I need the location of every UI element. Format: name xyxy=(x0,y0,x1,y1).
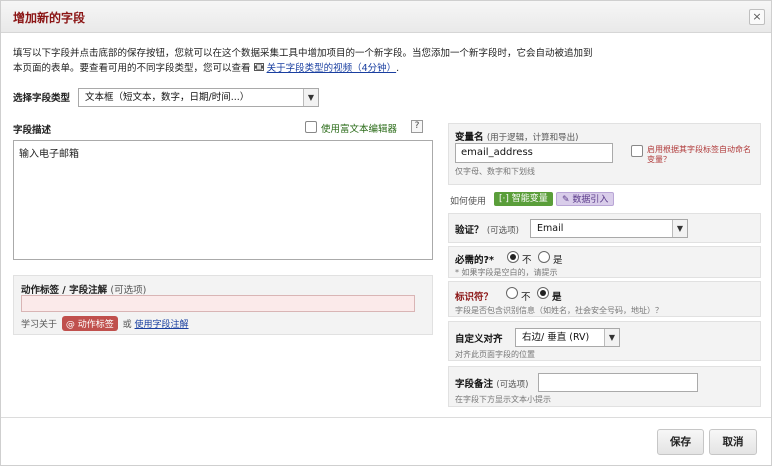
variable-hint: 仅字母、数字和下划线 xyxy=(455,167,535,176)
cancel-button[interactable]: 取消 xyxy=(709,429,757,455)
autoname-checkbox[interactable] xyxy=(631,145,643,157)
field-annotation-link[interactable]: 使用字段注解 xyxy=(135,320,189,330)
chevron-down-icon: ▼ xyxy=(604,329,619,346)
learn-or: 或 xyxy=(122,320,132,330)
rich-text-checkbox[interactable] xyxy=(305,121,317,133)
intro-line-2-prefix: 本页面的表单。要查看可用的不同字段类型，您可以查看 xyxy=(13,63,251,74)
autoname-label: 启用根据其字段标签自动命名变量？ xyxy=(647,145,751,164)
required-hint: * 如果字段是空白的，请提示 xyxy=(455,268,558,277)
field-type-label: 选择字段类型 xyxy=(13,93,71,104)
save-button[interactable]: 保存 xyxy=(657,429,704,455)
field-note-optional: (可选项) xyxy=(496,380,529,390)
footer-divider xyxy=(1,417,771,418)
validation-label: 验证？ (可选项) xyxy=(455,222,519,236)
required-section: 必需的?* 不 是 * 如果字段是空白的，请提示 xyxy=(448,246,761,278)
field-note-label: 字段备注 (可选项) xyxy=(455,376,528,390)
validation-optional: (可选项) xyxy=(486,226,519,236)
intro-line-2: 本页面的表单。要查看可用的不同字段类型，您可以查看 关于字段类型的视频（4分钟）… xyxy=(13,61,673,77)
identifier-label: 标识符？ xyxy=(455,292,494,303)
field-note-label-text: 字段备注 xyxy=(455,379,494,390)
alignment-select[interactable]: 右边/ 垂直 (RV) ▼ xyxy=(515,328,620,347)
help-icon[interactable]: ? xyxy=(411,120,423,133)
film-icon xyxy=(253,62,264,77)
field-label-textarea[interactable]: 输入电子邮箱 xyxy=(13,140,433,260)
variable-name-input[interactable]: email_address xyxy=(455,143,613,163)
action-tags-section: 动作标签 / 字段注解 (可选项) 学习关于 @ 动作标签 或 使用字段注解 xyxy=(13,275,433,335)
required-yes-radio[interactable] xyxy=(538,251,550,263)
variable-label-text: 变量名 xyxy=(455,132,484,143)
identifier-hint: 字段是否包含识别信息（如姓名，社会安全号码，地址）？ xyxy=(455,306,663,315)
validation-label-text: 验证？ xyxy=(455,225,484,236)
alignment-section: 自定义对齐 右边/ 垂直 (RV) ▼ 对齐此页面字段的位置 xyxy=(448,321,761,361)
required-label: 必需的?* xyxy=(455,255,494,266)
identifier-no-radio[interactable] xyxy=(506,287,518,299)
close-button[interactable]: × xyxy=(749,9,765,25)
dialog-title: 增加新的字段 xyxy=(13,11,86,25)
chevron-down-icon: ▼ xyxy=(672,220,687,237)
intro-line-2-suffix: . xyxy=(396,63,400,74)
validation-select-value: Email xyxy=(537,223,564,234)
action-tags-learn: 学习关于 @ 动作标签 或 使用字段注解 xyxy=(21,316,189,331)
field-label-label: 字段描述 xyxy=(13,125,52,136)
smart-variables-button[interactable]: [·] 智能变量 xyxy=(494,192,553,206)
intro-line-1: 填写以下字段并点击底部的保存按钮，您就可以在这个数据采集工具中增加项目的一个新字… xyxy=(13,48,593,59)
field-note-section: 字段备注 (可选项) 在字段下方显示文本小提示 xyxy=(448,366,761,407)
field-types-video-link[interactable]: 关于字段类型的视频（4分钟） xyxy=(267,63,397,74)
chevron-down-icon: ▼ xyxy=(303,89,318,106)
alignment-hint: 对齐此页面字段的位置 xyxy=(455,350,535,359)
validation-section: 验证？ (可选项) Email ▼ xyxy=(448,213,761,243)
identifier-yes-label: 是 xyxy=(552,292,562,303)
dialog-titlebar: 增加新的字段 × xyxy=(1,1,771,33)
action-tags-button[interactable]: @ 动作标签 xyxy=(61,316,118,331)
variable-section: 变量名 (用于逻辑，计算和导出) email_address 仅字母、数字和下划… xyxy=(448,123,761,185)
intro-text: 填写以下字段并点击底部的保存按钮，您就可以在这个数据采集工具中增加项目的一个新字… xyxy=(13,46,673,77)
field-note-input[interactable] xyxy=(538,373,698,392)
variable-label-sub: (用于逻辑，计算和导出) xyxy=(486,133,579,143)
piping-button[interactable]: ✎ 数据引入 xyxy=(556,192,615,206)
learn-prefix: 学习关于 xyxy=(21,320,58,330)
rich-text-label: 使用富文本编辑器 xyxy=(321,124,398,135)
identifier-yes-radio[interactable] xyxy=(537,287,549,299)
action-tags-input[interactable] xyxy=(21,295,415,312)
required-yes-label: 是 xyxy=(553,255,563,266)
field-type-select-value: 文本框（短文本，数字，日期/时间...） xyxy=(85,92,250,103)
field-type-select[interactable]: 文本框（短文本，数字，日期/时间...） ▼ xyxy=(78,88,319,107)
alignment-select-value: 右边/ 垂直 (RV) xyxy=(522,332,590,343)
variable-label: 变量名 (用于逻辑，计算和导出) xyxy=(455,129,578,143)
required-no-radio[interactable] xyxy=(507,251,519,263)
alignment-label: 自定义对齐 xyxy=(455,334,503,345)
field-note-hint: 在字段下方显示文本小提示 xyxy=(455,395,551,404)
add-field-dialog: 增加新的字段 × 填写以下字段并点击底部的保存按钮，您就可以在这个数据采集工具中… xyxy=(0,0,772,466)
required-no-label: 不 xyxy=(522,255,532,266)
identifier-no-label: 不 xyxy=(521,292,531,303)
identifier-section: 标识符？ 不 是 字段是否包含识别信息（如姓名，社会安全号码，地址）？ xyxy=(448,281,761,317)
howto-label: 如何使用 xyxy=(450,197,487,207)
validation-select[interactable]: Email ▼ xyxy=(530,219,688,238)
action-tags-label: 动作标签 / 字段注解 (可选项) xyxy=(21,282,146,296)
